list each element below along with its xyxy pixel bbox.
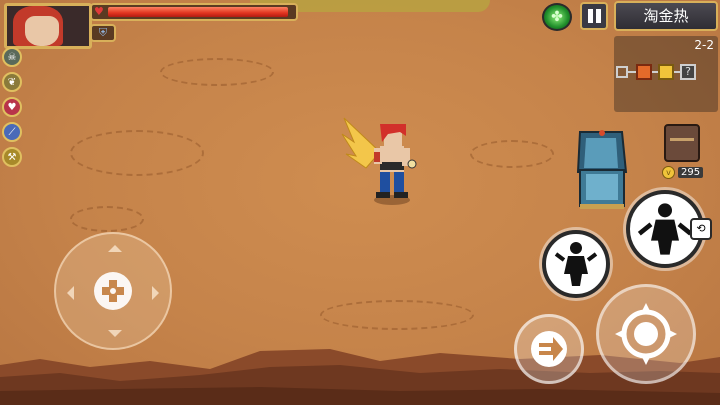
pause-icon-bar [596,9,601,23]
target-icon [615,303,677,365]
mode-label[interactable]: 淘金热 [614,1,718,31]
health-bar: ♥ [90,3,298,21]
minimap-room-empty [616,66,628,78]
player-portrait[interactable] [4,3,92,49]
coin-icon: v [662,165,675,179]
ground-dune [470,140,554,168]
movement-joystick[interactable] [54,232,172,350]
arrow-down-icon [108,330,122,344]
arrow-up-icon [108,238,122,252]
ground-dune [160,58,274,86]
axe-icon[interactable]: ⚒ [2,147,22,167]
shield-indicator: ⛨ [90,24,116,42]
buff-list: ☠ ❦ ♥ ⟋ ⚒ [2,47,26,172]
ground-dune [70,206,144,232]
minimap-room-chest [658,64,674,80]
portrait-face [25,16,59,46]
minimap[interactable]: 2-2 ? [614,36,718,112]
open-treasure-chest[interactable] [576,130,628,212]
room-connector [628,71,636,73]
pause-button[interactable] [580,2,608,30]
backpack-chest-icon[interactable] [664,124,700,162]
pause-icon [588,9,593,23]
attack-button[interactable] [596,284,696,384]
ground-dune [70,130,204,176]
clover-emblem-icon[interactable]: ✤ [542,3,572,31]
stage-number: 2-2 [694,38,714,52]
coin-counter: v 295 [662,164,704,180]
arrow-left-icon [60,286,74,300]
dash-button[interactable] [514,314,584,384]
arrow-right-icon [152,286,166,300]
sword-icon[interactable]: ⟋ [2,122,22,142]
skull-icon[interactable]: ☠ [2,47,22,67]
dash-arrow-icon [531,331,567,367]
minimap-room-shop [636,64,652,80]
ground-dune [320,300,474,330]
fighter-skill-icon [554,242,598,286]
shield-icon: ⛨ [98,26,108,39]
leaf-icon[interactable]: ❦ [2,72,22,92]
coin-value: 295 [678,166,704,178]
dpad-icon [102,280,124,302]
heart-icon[interactable]: ♥ [2,97,22,117]
player-character [341,117,417,205]
heart-icon: ♥ [94,5,104,18]
health-bar-fill [108,7,289,17]
minimap-room-unknown: ? [680,64,696,80]
swap-skill-icon[interactable]: ⟲ [690,218,712,240]
joystick-knob[interactable] [94,272,132,310]
